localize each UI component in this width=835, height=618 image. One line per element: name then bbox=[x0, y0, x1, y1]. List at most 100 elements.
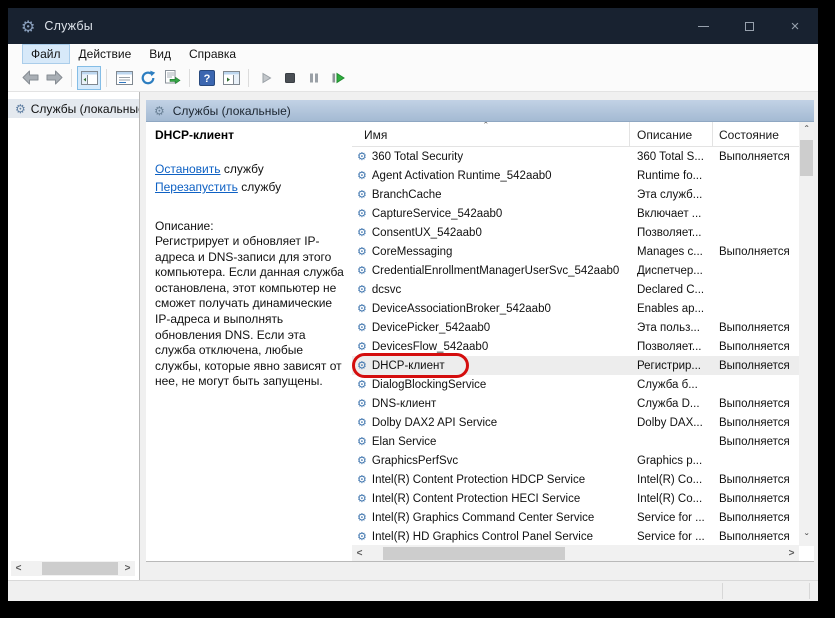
minimize-icon bbox=[698, 26, 709, 27]
pane-header-title: Службы (локальные) bbox=[173, 104, 291, 118]
service-row[interactable]: ⚙ CredentialEnrollmentManagerUserSvc_542… bbox=[352, 261, 799, 280]
stop-service-link[interactable]: Остановить bbox=[155, 162, 221, 176]
toolbar-separator bbox=[189, 69, 190, 87]
service-row[interactable]: ⚙ Elan Service Выполняется bbox=[352, 432, 799, 451]
forward-icon bbox=[46, 70, 63, 85]
scroll-thumb[interactable] bbox=[800, 140, 813, 176]
pane-header-gear-icon: ⚙ bbox=[154, 104, 165, 118]
scroll-thumb[interactable] bbox=[383, 547, 565, 560]
service-description: Service for ... bbox=[630, 531, 713, 543]
back-button[interactable] bbox=[18, 66, 42, 90]
service-status: Выполняется bbox=[713, 436, 799, 448]
minimize-button[interactable] bbox=[680, 8, 726, 44]
service-description: Dolby DAX... bbox=[630, 417, 713, 429]
service-row[interactable]: ⚙ Intel(R) Graphics Command Center Servi… bbox=[352, 508, 799, 527]
scroll-right-icon[interactable]: > bbox=[784, 546, 799, 561]
forward-button[interactable] bbox=[42, 66, 66, 90]
scroll-track[interactable] bbox=[26, 561, 120, 576]
maximize-button[interactable] bbox=[726, 8, 772, 44]
help-button[interactable]: ? bbox=[195, 66, 219, 90]
service-row[interactable]: ⚙ DevicesFlow_542aab0 Позволяет... Выпол… bbox=[352, 337, 799, 356]
scroll-right-icon[interactable]: > bbox=[120, 561, 135, 576]
restart-service-icon bbox=[330, 71, 346, 85]
service-row[interactable]: ⚙ DHCP-клиент Регистрир... Выполняется bbox=[352, 356, 799, 375]
service-row[interactable]: ⚙ Intel(R) Content Protection HDCP Servi… bbox=[352, 470, 799, 489]
services-window: ⚙ Службы × ФайлДействиеВидСправка bbox=[8, 8, 818, 601]
column-status[interactable]: Состояние bbox=[713, 122, 799, 146]
list-vertical-scrollbar[interactable]: ˆ ˇ bbox=[799, 122, 814, 546]
scroll-up-icon[interactable]: ˆ bbox=[799, 122, 814, 138]
tree-item-services-local[interactable]: ⚙ Службы (локальные) bbox=[8, 99, 139, 118]
stop-suffix: службу bbox=[221, 162, 264, 176]
show-action-pane-button[interactable] bbox=[219, 66, 243, 90]
pause-service-button[interactable] bbox=[302, 66, 326, 90]
menu-item[interactable]: Файл bbox=[22, 44, 70, 64]
service-name-cell: ⚙ CredentialEnrollmentManagerUserSvc_542… bbox=[352, 264, 630, 277]
service-row[interactable]: ⚙ Intel(R) HD Graphics Control Panel Ser… bbox=[352, 527, 799, 546]
service-row[interactable]: ⚙ Agent Activation Runtime_542aab0 Runti… bbox=[352, 166, 799, 185]
scroll-down-icon[interactable]: ˇ bbox=[799, 530, 814, 546]
service-name-cell: ⚙ Intel(R) Content Protection HECI Servi… bbox=[352, 492, 630, 505]
service-row[interactable]: ⚙ Dolby DAX2 API Service Dolby DAX... Вы… bbox=[352, 413, 799, 432]
service-row[interactable]: ⚙ GraphicsPerfSvc Graphics p... bbox=[352, 451, 799, 470]
menu-item[interactable]: Справка bbox=[180, 44, 245, 64]
service-row[interactable]: ⚙ Intel(R) Content Protection HECI Servi… bbox=[352, 489, 799, 508]
service-name: DeviceAssociationBroker_542aab0 bbox=[372, 303, 551, 315]
service-row[interactable]: ⚙ DevicePicker_542aab0 Эта польз... Выпо… bbox=[352, 318, 799, 337]
service-gear-icon: ⚙ bbox=[357, 454, 367, 467]
service-row[interactable]: ⚙ 360 Total Security 360 Total S... Выпо… bbox=[352, 147, 799, 166]
restart-service-button[interactable] bbox=[326, 66, 350, 90]
service-description: Service for ... bbox=[630, 512, 713, 524]
start-service-button[interactable] bbox=[254, 66, 278, 90]
column-name[interactable]: Имя bbox=[352, 122, 630, 146]
window-title: Службы bbox=[44, 19, 93, 33]
service-row[interactable]: ⚙ BranchCache Эта служб... bbox=[352, 185, 799, 204]
export-list-button[interactable] bbox=[160, 66, 184, 90]
service-name-cell: ⚙ Agent Activation Runtime_542aab0 bbox=[352, 169, 630, 182]
scroll-track[interactable] bbox=[367, 546, 784, 561]
close-button[interactable]: × bbox=[772, 8, 818, 44]
maximize-icon bbox=[745, 22, 754, 31]
stop-service-button[interactable] bbox=[278, 66, 302, 90]
service-name: CredentialEnrollmentManagerUserSvc_542aa… bbox=[372, 265, 619, 277]
service-name-cell: ⚙ BranchCache bbox=[352, 188, 630, 201]
service-row[interactable]: ⚙ CaptureService_542aab0 Включает ... bbox=[352, 204, 799, 223]
scroll-left-icon[interactable]: < bbox=[352, 546, 367, 561]
scroll-thumb[interactable] bbox=[42, 562, 118, 575]
properties-button[interactable] bbox=[112, 66, 136, 90]
show-console-tree-button[interactable] bbox=[77, 66, 101, 90]
service-name-cell: ⚙ GraphicsPerfSvc bbox=[352, 454, 630, 467]
service-name: GraphicsPerfSvc bbox=[372, 455, 458, 467]
service-row[interactable]: ⚙ CoreMessaging Manages c... Выполняется bbox=[352, 242, 799, 261]
service-name: DevicesFlow_542aab0 bbox=[372, 341, 488, 353]
service-description: Служба D... bbox=[630, 398, 713, 410]
scroll-left-icon[interactable]: < bbox=[11, 561, 26, 576]
service-name: DNS-клиент bbox=[372, 398, 436, 410]
service-row[interactable]: ⚙ DNS-клиент Служба D... Выполняется bbox=[352, 394, 799, 413]
service-gear-icon: ⚙ bbox=[357, 492, 367, 505]
service-status: Выполняется bbox=[713, 360, 799, 372]
menu-item[interactable]: Действие bbox=[70, 44, 141, 64]
refresh-button[interactable] bbox=[136, 66, 160, 90]
service-name-cell: ⚙ DialogBlockingService bbox=[352, 378, 630, 391]
back-icon bbox=[22, 70, 39, 85]
scroll-track[interactable] bbox=[799, 138, 814, 530]
menu-item[interactable]: Вид bbox=[140, 44, 180, 64]
service-name-cell: ⚙ ConsentUX_542aab0 bbox=[352, 226, 630, 239]
list-horizontal-scrollbar[interactable]: < > bbox=[352, 545, 799, 561]
service-gear-icon: ⚙ bbox=[357, 207, 367, 220]
title-bar: ⚙ Службы × bbox=[8, 8, 818, 44]
service-row[interactable]: ⚙ dcsvc Declared C... bbox=[352, 280, 799, 299]
restart-service-link[interactable]: Перезапустить bbox=[155, 180, 238, 194]
service-gear-icon: ⚙ bbox=[357, 340, 367, 353]
tree-horizontal-scrollbar[interactable]: < > bbox=[11, 561, 135, 576]
service-description: Диспетчер... bbox=[630, 265, 713, 277]
service-status: Выполняется bbox=[713, 417, 799, 429]
service-row[interactable]: ⚙ DialogBlockingService Служба б... bbox=[352, 375, 799, 394]
service-status: Выполняется bbox=[713, 151, 799, 163]
service-row[interactable]: ⚙ ConsentUX_542aab0 Позволяет... bbox=[352, 223, 799, 242]
service-row[interactable]: ⚙ DeviceAssociationBroker_542aab0 Enable… bbox=[352, 299, 799, 318]
service-name: CaptureService_542aab0 bbox=[372, 208, 502, 220]
view-tabs: Расширенный Стандартный bbox=[151, 562, 155, 580]
column-description[interactable]: Описание bbox=[630, 122, 713, 146]
